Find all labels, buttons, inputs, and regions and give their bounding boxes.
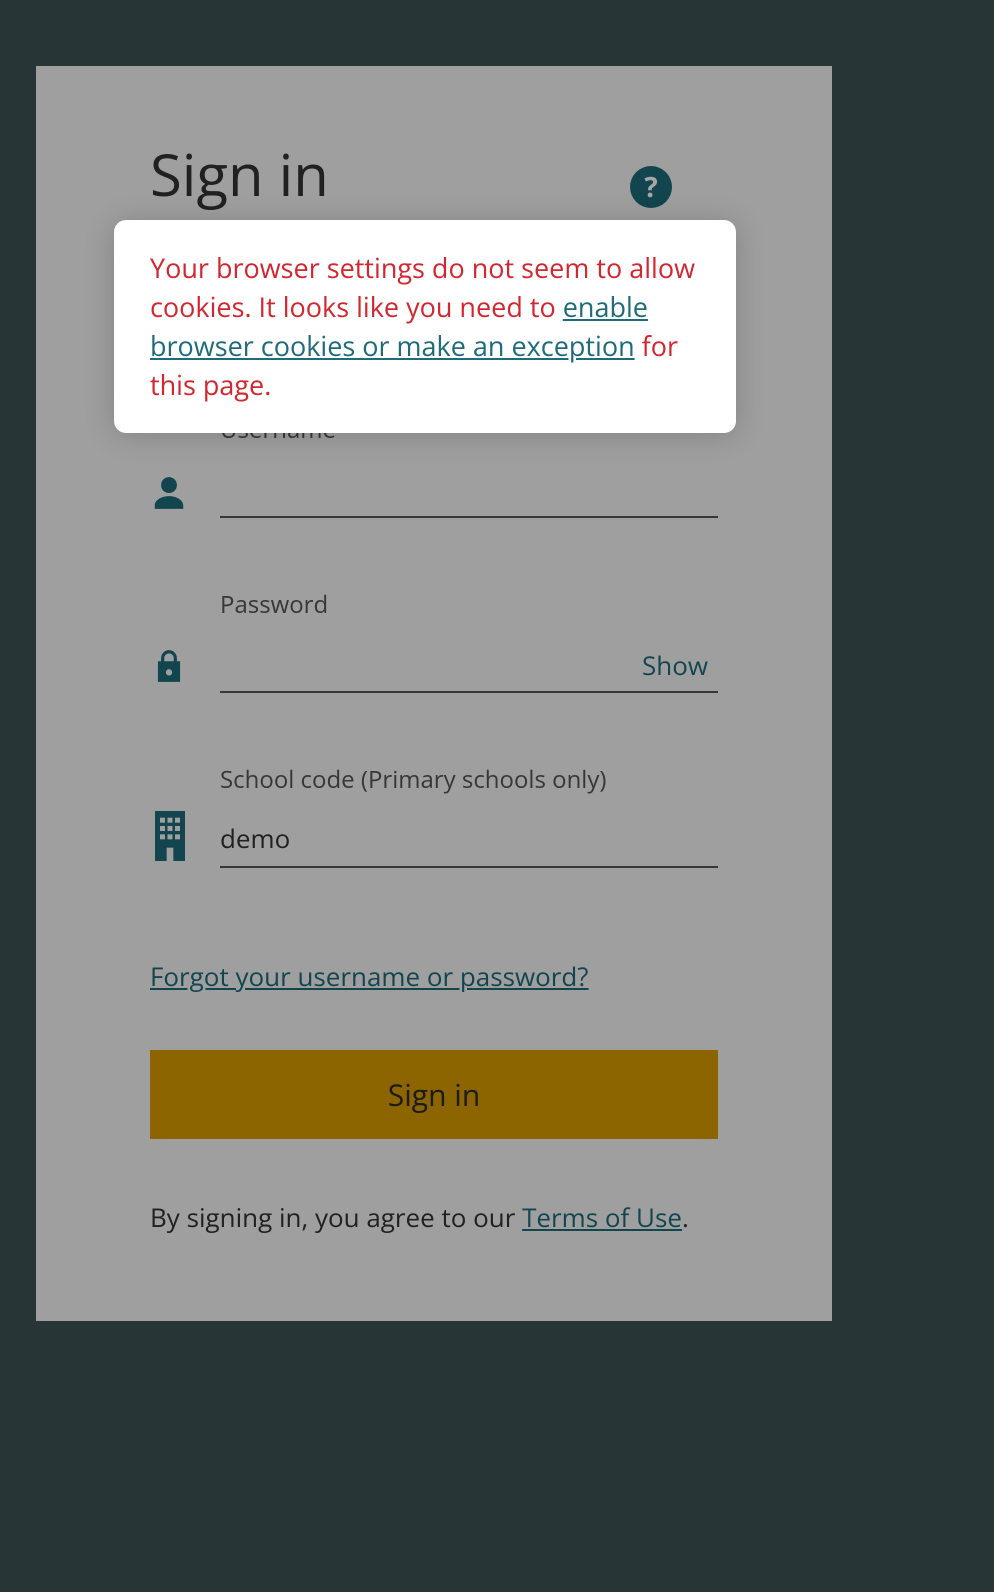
terms-link[interactable]: Terms of Use (522, 1199, 682, 1235)
password-label: Password (220, 588, 718, 621)
help-button[interactable]: ? (630, 166, 672, 208)
forgot-link[interactable]: Forgot your username or password? (150, 958, 589, 994)
schoolcode-label: School code (Primary schools only) (220, 763, 718, 796)
form-fields: Username Password Show (150, 413, 718, 868)
lock-icon (150, 645, 220, 693)
terms-suffix: . (682, 1199, 689, 1235)
terms-prefix: By signing in, you agree to our (150, 1199, 522, 1235)
signin-button[interactable]: Sign in (150, 1050, 718, 1139)
show-password-toggle[interactable]: Show (642, 647, 708, 683)
page-title: Sign in (150, 134, 718, 213)
building-icon (150, 810, 220, 868)
schoolcode-row: School code (Primary schools only) (150, 763, 718, 868)
username-input[interactable] (220, 464, 718, 518)
schoolcode-input[interactable] (220, 814, 718, 868)
help-icon: ? (644, 168, 657, 206)
user-icon (150, 474, 220, 518)
cookie-alert: Your browser settings do not seem to all… (114, 220, 736, 433)
terms-text: By signing in, you agree to our Terms of… (150, 1199, 718, 1235)
password-row: Password Show (150, 588, 718, 693)
